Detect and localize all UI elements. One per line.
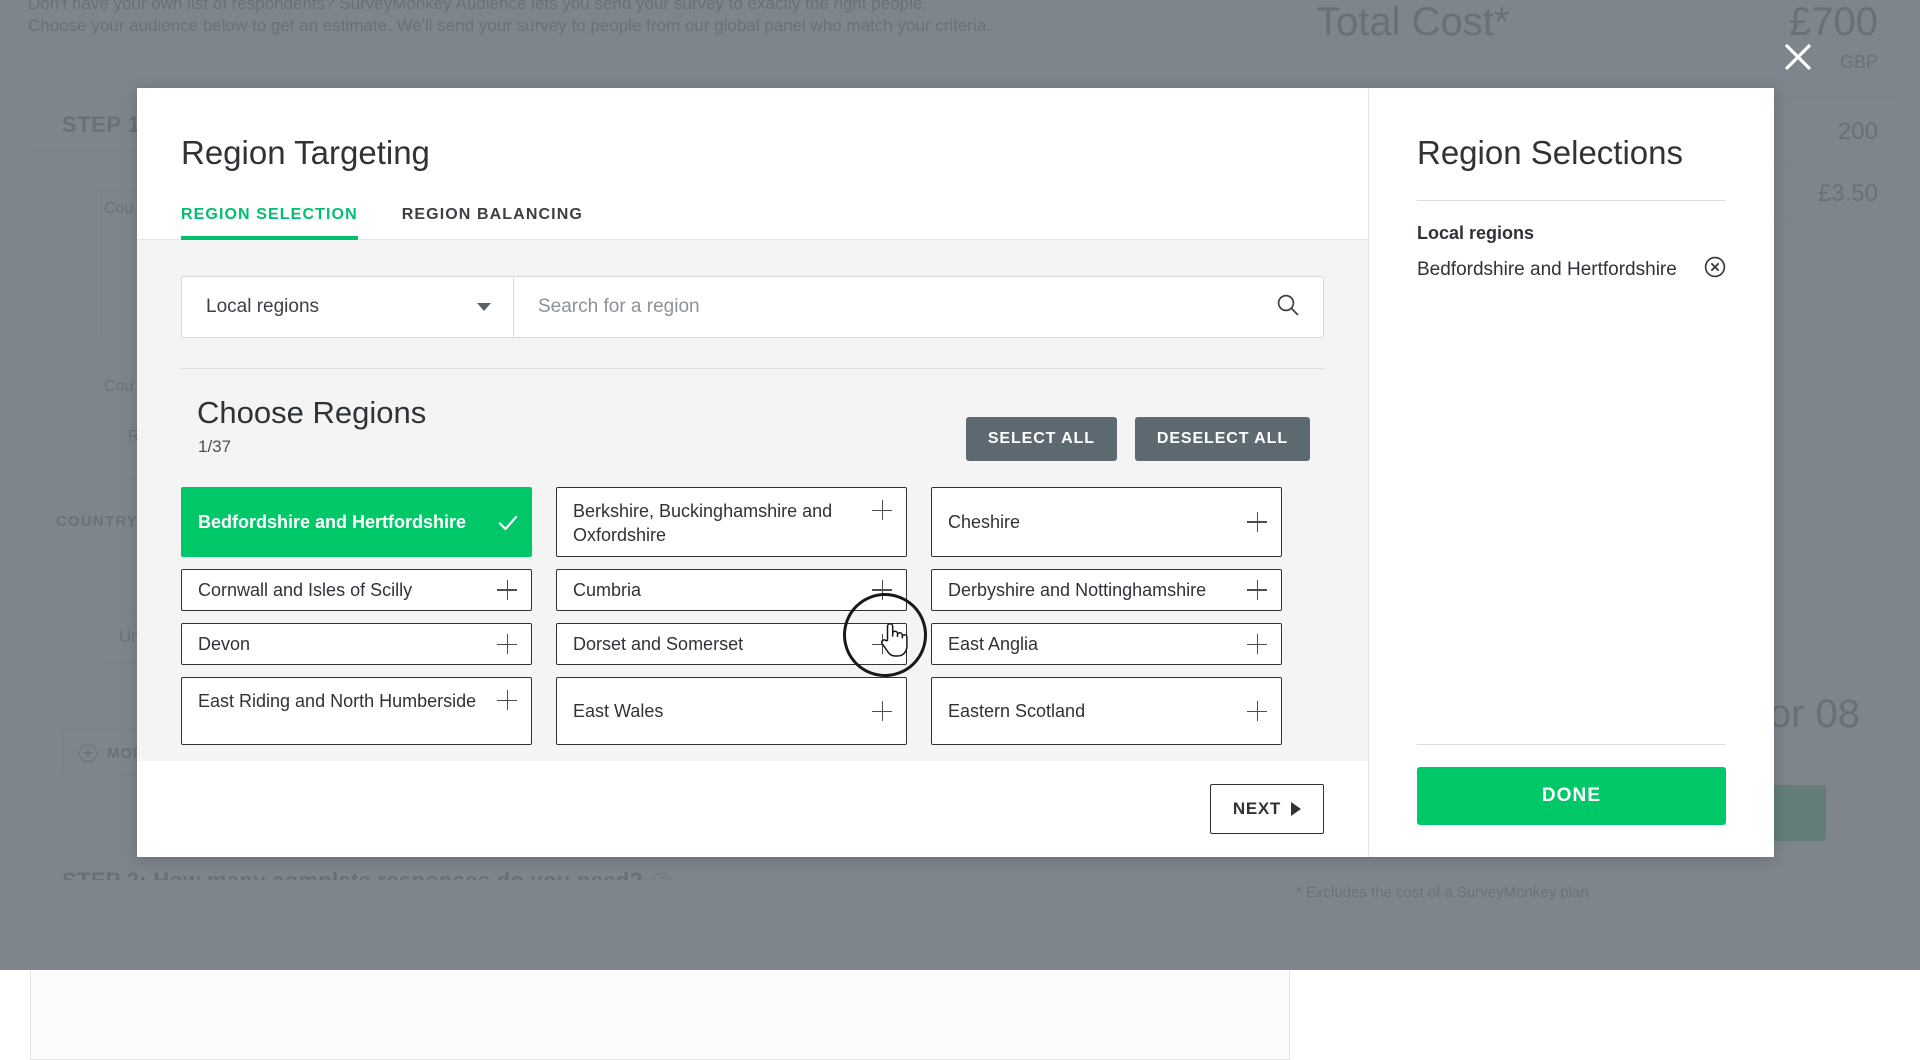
region-chip[interactable]: Devon — [181, 623, 532, 665]
region-chip[interactable]: East Wales — [556, 677, 907, 745]
region-chip-label: East Anglia — [948, 632, 1038, 656]
tab-bar: REGION SELECTION REGION BALANCING — [137, 172, 1368, 240]
region-chip[interactable]: Eastern Scotland — [931, 677, 1282, 745]
region-chip-label: Bedfordshire and Hertfordshire — [198, 510, 466, 534]
plus-icon — [1247, 701, 1267, 721]
region-chip[interactable]: Cheshire — [931, 487, 1282, 557]
plus-icon — [497, 580, 517, 600]
region-chip-label: Dorset and Somerset — [573, 632, 743, 656]
plus-icon — [1247, 634, 1267, 654]
region-chip[interactable]: East Anglia — [931, 623, 1282, 665]
region-chip[interactable]: Bedfordshire and Hertfordshire — [181, 487, 532, 557]
dialog-footer-left: NEXT — [137, 761, 1368, 857]
chevron-right-icon — [1291, 802, 1301, 816]
region-scope-dropdown[interactable]: Local regions — [182, 277, 514, 337]
next-button-label: NEXT — [1233, 799, 1281, 819]
selections-divider-bottom — [1417, 744, 1726, 745]
tab-region-balancing[interactable]: REGION BALANCING — [402, 206, 583, 240]
region-chip-label: Cornwall and Isles of Scilly — [198, 578, 412, 602]
choose-regions-header: Choose Regions 1/37 SELECT ALL DESELECT … — [181, 395, 1324, 465]
region-selection-body: Local regions Choose Regions 1/37 — [137, 240, 1368, 761]
selected-region-item: Bedfordshire and Hertfordshire — [1417, 256, 1726, 284]
region-chip-label: Cumbria — [573, 578, 641, 602]
remove-region-icon[interactable] — [1704, 256, 1726, 284]
search-icon[interactable] — [1275, 292, 1301, 323]
tab-region-selection[interactable]: REGION SELECTION — [181, 206, 358, 240]
plus-icon — [872, 634, 892, 654]
plus-icon — [872, 701, 892, 721]
plus-icon — [872, 580, 892, 600]
region-chip-label: Devon — [198, 632, 250, 656]
plus-icon — [1247, 580, 1267, 600]
region-targeting-dialog: Region Targeting REGION SELECTION REGION… — [137, 88, 1774, 857]
section-divider — [181, 368, 1324, 369]
region-chip[interactable]: Derbyshire and Nottinghamshire — [931, 569, 1282, 611]
done-button[interactable]: DONE — [1417, 767, 1726, 825]
selected-regions-list: Bedfordshire and Hertfordshire — [1417, 244, 1726, 284]
region-chip[interactable]: Dorset and Somerset — [556, 623, 907, 665]
region-chip-label: Derbyshire and Nottinghamshire — [948, 578, 1206, 602]
plus-icon — [1247, 512, 1267, 532]
selections-spacer — [1417, 284, 1726, 744]
region-chip[interactable]: Berkshire, Buckinghamshire and Oxfordshi… — [556, 487, 907, 557]
region-chip-label: East Wales — [573, 699, 663, 723]
plus-icon — [497, 690, 517, 710]
chevron-down-icon — [477, 303, 491, 311]
search-input[interactable] — [538, 296, 1275, 318]
selections-divider-top — [1417, 200, 1726, 201]
region-chip-label: Cheshire — [948, 510, 1020, 534]
region-chip[interactable]: East Riding and North Humberside — [181, 677, 532, 745]
plus-icon — [872, 500, 892, 520]
region-selection-pane: Region Targeting REGION SELECTION REGION… — [137, 88, 1369, 857]
selected-region-label: Bedfordshire and Hertfordshire — [1417, 259, 1692, 281]
region-chip-label: East Riding and North Humberside — [198, 689, 476, 713]
region-chip-label: Berkshire, Buckinghamshire and Oxfordshi… — [573, 499, 860, 548]
region-search-field — [514, 277, 1323, 337]
region-chip-grid: Bedfordshire and Hertfordshire Berkshire,… — [181, 487, 1324, 745]
region-filter-row: Local regions — [181, 276, 1324, 338]
region-chip[interactable]: Cornwall and Isles of Scilly — [181, 569, 532, 611]
region-chip[interactable]: Cumbria — [556, 569, 907, 611]
region-scope-value: Local regions — [206, 296, 319, 318]
check-icon — [497, 512, 517, 532]
bulk-action-buttons: SELECT ALL DESELECT ALL — [966, 417, 1310, 461]
select-all-button[interactable]: SELECT ALL — [966, 417, 1117, 461]
close-icon[interactable] — [1778, 37, 1818, 77]
selections-title: Region Selections — [1417, 134, 1726, 172]
next-button[interactable]: NEXT — [1210, 784, 1324, 834]
region-selections-pane: Region Selections Local regions Bedfords… — [1369, 88, 1774, 857]
dialog-title: Region Targeting — [137, 88, 1368, 172]
plus-icon — [497, 634, 517, 654]
region-chip-label: Eastern Scotland — [948, 699, 1085, 723]
deselect-all-button[interactable]: DESELECT ALL — [1135, 417, 1310, 461]
selections-group-label: Local regions — [1417, 223, 1726, 244]
